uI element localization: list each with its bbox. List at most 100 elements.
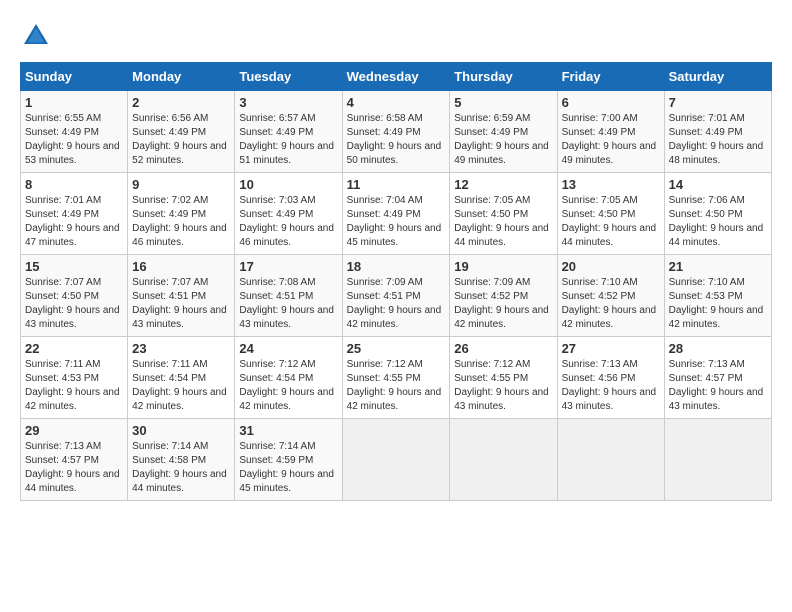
calendar-cell: 27 Sunrise: 7:13 AMSunset: 4:56 PMDaylig…: [557, 337, 664, 419]
day-number: 28: [669, 341, 767, 356]
calendar-cell: 31 Sunrise: 7:14 AMSunset: 4:59 PMDaylig…: [235, 419, 342, 501]
calendar-cell: 6 Sunrise: 7:00 AMSunset: 4:49 PMDayligh…: [557, 91, 664, 173]
day-number: 18: [347, 259, 446, 274]
day-info: Sunrise: 7:12 AMSunset: 4:55 PMDaylight:…: [347, 359, 442, 412]
day-info: Sunrise: 6:55 AMSunset: 4:49 PMDaylight:…: [25, 113, 120, 166]
day-info: Sunrise: 6:59 AMSunset: 4:49 PMDaylight:…: [454, 113, 549, 166]
calendar-cell: 24 Sunrise: 7:12 AMSunset: 4:54 PMDaylig…: [235, 337, 342, 419]
header-cell-friday: Friday: [557, 63, 664, 91]
day-info: Sunrise: 7:10 AMSunset: 4:53 PMDaylight:…: [669, 277, 764, 330]
day-info: Sunrise: 6:57 AMSunset: 4:49 PMDaylight:…: [239, 113, 334, 166]
day-number: 11: [347, 177, 446, 192]
calendar-header: SundayMondayTuesdayWednesdayThursdayFrid…: [21, 63, 772, 91]
week-row-5: 29 Sunrise: 7:13 AMSunset: 4:57 PMDaylig…: [21, 419, 772, 501]
header-cell-wednesday: Wednesday: [342, 63, 450, 91]
day-info: Sunrise: 7:13 AMSunset: 4:57 PMDaylight:…: [25, 441, 120, 494]
day-info: Sunrise: 7:05 AMSunset: 4:50 PMDaylight:…: [562, 195, 657, 248]
day-info: Sunrise: 7:08 AMSunset: 4:51 PMDaylight:…: [239, 277, 334, 330]
day-info: Sunrise: 7:06 AMSunset: 4:50 PMDaylight:…: [669, 195, 764, 248]
day-number: 16: [132, 259, 230, 274]
calendar-cell: [342, 419, 450, 501]
day-info: Sunrise: 6:56 AMSunset: 4:49 PMDaylight:…: [132, 113, 227, 166]
day-number: 21: [669, 259, 767, 274]
calendar-cell: 15 Sunrise: 7:07 AMSunset: 4:50 PMDaylig…: [21, 255, 128, 337]
calendar-cell: 17 Sunrise: 7:08 AMSunset: 4:51 PMDaylig…: [235, 255, 342, 337]
day-info: Sunrise: 7:14 AMSunset: 4:59 PMDaylight:…: [239, 441, 334, 494]
logo-icon: [20, 20, 52, 52]
day-number: 14: [669, 177, 767, 192]
day-number: 15: [25, 259, 123, 274]
week-row-2: 8 Sunrise: 7:01 AMSunset: 4:49 PMDayligh…: [21, 173, 772, 255]
calendar-cell: 11 Sunrise: 7:04 AMSunset: 4:49 PMDaylig…: [342, 173, 450, 255]
day-number: 1: [25, 95, 123, 110]
calendar-cell: 22 Sunrise: 7:11 AMSunset: 4:53 PMDaylig…: [21, 337, 128, 419]
day-info: Sunrise: 7:11 AMSunset: 4:54 PMDaylight:…: [132, 359, 227, 412]
day-info: Sunrise: 7:13 AMSunset: 4:57 PMDaylight:…: [669, 359, 764, 412]
day-number: 17: [239, 259, 337, 274]
calendar-cell: 2 Sunrise: 6:56 AMSunset: 4:49 PMDayligh…: [128, 91, 235, 173]
calendar-cell: 29 Sunrise: 7:13 AMSunset: 4:57 PMDaylig…: [21, 419, 128, 501]
calendar-cell: [664, 419, 771, 501]
day-info: Sunrise: 6:58 AMSunset: 4:49 PMDaylight:…: [347, 113, 442, 166]
day-info: Sunrise: 7:11 AMSunset: 4:53 PMDaylight:…: [25, 359, 120, 412]
calendar-cell: 10 Sunrise: 7:03 AMSunset: 4:49 PMDaylig…: [235, 173, 342, 255]
page-header: [20, 20, 772, 52]
header-cell-tuesday: Tuesday: [235, 63, 342, 91]
day-number: 23: [132, 341, 230, 356]
day-number: 7: [669, 95, 767, 110]
calendar-cell: 20 Sunrise: 7:10 AMSunset: 4:52 PMDaylig…: [557, 255, 664, 337]
day-number: 6: [562, 95, 660, 110]
day-info: Sunrise: 7:13 AMSunset: 4:56 PMDaylight:…: [562, 359, 657, 412]
calendar-cell: 16 Sunrise: 7:07 AMSunset: 4:51 PMDaylig…: [128, 255, 235, 337]
calendar-cell: 9 Sunrise: 7:02 AMSunset: 4:49 PMDayligh…: [128, 173, 235, 255]
day-number: 9: [132, 177, 230, 192]
day-info: Sunrise: 7:02 AMSunset: 4:49 PMDaylight:…: [132, 195, 227, 248]
day-number: 5: [454, 95, 552, 110]
calendar-cell: 14 Sunrise: 7:06 AMSunset: 4:50 PMDaylig…: [664, 173, 771, 255]
day-number: 19: [454, 259, 552, 274]
day-number: 31: [239, 423, 337, 438]
day-number: 24: [239, 341, 337, 356]
header-cell-thursday: Thursday: [450, 63, 557, 91]
day-number: 2: [132, 95, 230, 110]
day-info: Sunrise: 7:07 AMSunset: 4:51 PMDaylight:…: [132, 277, 227, 330]
day-number: 30: [132, 423, 230, 438]
day-number: 25: [347, 341, 446, 356]
calendar-table: SundayMondayTuesdayWednesdayThursdayFrid…: [20, 62, 772, 501]
calendar-cell: 30 Sunrise: 7:14 AMSunset: 4:58 PMDaylig…: [128, 419, 235, 501]
calendar-cell: 25 Sunrise: 7:12 AMSunset: 4:55 PMDaylig…: [342, 337, 450, 419]
day-number: 13: [562, 177, 660, 192]
logo: [20, 20, 56, 52]
day-info: Sunrise: 7:09 AMSunset: 4:51 PMDaylight:…: [347, 277, 442, 330]
calendar-cell: 4 Sunrise: 6:58 AMSunset: 4:49 PMDayligh…: [342, 91, 450, 173]
week-row-4: 22 Sunrise: 7:11 AMSunset: 4:53 PMDaylig…: [21, 337, 772, 419]
header-row: SundayMondayTuesdayWednesdayThursdayFrid…: [21, 63, 772, 91]
calendar-body: 1 Sunrise: 6:55 AMSunset: 4:49 PMDayligh…: [21, 91, 772, 501]
calendar-cell: 8 Sunrise: 7:01 AMSunset: 4:49 PMDayligh…: [21, 173, 128, 255]
calendar-cell: 1 Sunrise: 6:55 AMSunset: 4:49 PMDayligh…: [21, 91, 128, 173]
day-number: 26: [454, 341, 552, 356]
day-number: 12: [454, 177, 552, 192]
day-info: Sunrise: 7:10 AMSunset: 4:52 PMDaylight:…: [562, 277, 657, 330]
header-cell-saturday: Saturday: [664, 63, 771, 91]
calendar-cell: 12 Sunrise: 7:05 AMSunset: 4:50 PMDaylig…: [450, 173, 557, 255]
day-info: Sunrise: 7:12 AMSunset: 4:55 PMDaylight:…: [454, 359, 549, 412]
calendar-cell: [557, 419, 664, 501]
day-number: 27: [562, 341, 660, 356]
day-info: Sunrise: 7:01 AMSunset: 4:49 PMDaylight:…: [669, 113, 764, 166]
calendar-cell: 18 Sunrise: 7:09 AMSunset: 4:51 PMDaylig…: [342, 255, 450, 337]
calendar-cell: 7 Sunrise: 7:01 AMSunset: 4:49 PMDayligh…: [664, 91, 771, 173]
day-number: 10: [239, 177, 337, 192]
day-info: Sunrise: 7:07 AMSunset: 4:50 PMDaylight:…: [25, 277, 120, 330]
day-number: 29: [25, 423, 123, 438]
day-info: Sunrise: 7:00 AMSunset: 4:49 PMDaylight:…: [562, 113, 657, 166]
day-number: 22: [25, 341, 123, 356]
week-row-3: 15 Sunrise: 7:07 AMSunset: 4:50 PMDaylig…: [21, 255, 772, 337]
day-info: Sunrise: 7:12 AMSunset: 4:54 PMDaylight:…: [239, 359, 334, 412]
day-info: Sunrise: 7:04 AMSunset: 4:49 PMDaylight:…: [347, 195, 442, 248]
calendar-cell: 21 Sunrise: 7:10 AMSunset: 4:53 PMDaylig…: [664, 255, 771, 337]
day-info: Sunrise: 7:03 AMSunset: 4:49 PMDaylight:…: [239, 195, 334, 248]
day-number: 20: [562, 259, 660, 274]
calendar-cell: 5 Sunrise: 6:59 AMSunset: 4:49 PMDayligh…: [450, 91, 557, 173]
week-row-1: 1 Sunrise: 6:55 AMSunset: 4:49 PMDayligh…: [21, 91, 772, 173]
